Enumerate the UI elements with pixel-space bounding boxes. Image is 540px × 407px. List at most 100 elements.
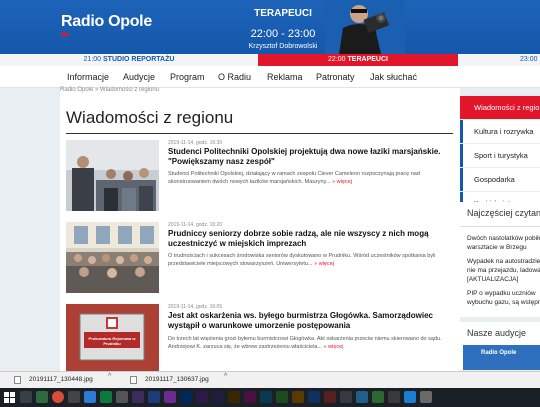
app-icon[interactable] [420, 391, 432, 403]
app-icon[interactable] [196, 391, 208, 403]
article-thumbnail[interactable] [66, 222, 159, 293]
taskbar [0, 388, 540, 407]
article-lead-text: Do trzech lat więzienia grozi byłemu bur… [168, 336, 442, 350]
sidebar-item-sport[interactable]: Sport i turystyka [460, 144, 540, 167]
popular-title: Najczęściej czytane [467, 208, 540, 218]
article-more-link[interactable]: » więcej [324, 344, 344, 350]
sidebar-category-menu: Wiadomości z regionu Kultura i rozrywka … [460, 96, 540, 216]
schedule-time: 21:00 [83, 56, 102, 63]
article-date: 2019-11-14, godz. 16:30 [168, 140, 223, 146]
article-item: Prokuratura Rejonowa w Prudniku 2019-11-… [66, 304, 453, 375]
sidebar-item-gospodarka[interactable]: Gospodarka [460, 168, 540, 191]
file-explorer-icon[interactable] [20, 391, 32, 403]
windows-start-icon[interactable] [4, 392, 15, 403]
app-icon[interactable] [244, 391, 256, 403]
article-headline[interactable]: Prudniccy seniorzy dobrze sobie radzą, a… [168, 229, 448, 248]
article-headline[interactable]: Jest akt oskarżenia ws. byłego burmistrz… [168, 311, 448, 330]
article-lead: Studenci Politechniki Opolskiej, działaj… [168, 170, 450, 186]
breadcrumb: Radio Opole » Wiadomości z regionu [60, 87, 159, 93]
on-air-show: TERAPEUCI [254, 8, 312, 19]
article-headline[interactable]: Studenci Politechniki Opolskiej projektu… [168, 147, 448, 166]
article-date: 2019-11-14, godz. 16:20 [168, 222, 223, 228]
article-lead-text: O trudnościach i sukcesach środowiska se… [168, 253, 436, 267]
audycje-logo: Radio Opole [481, 350, 517, 356]
app-icon[interactable] [100, 391, 112, 403]
popular-item[interactable]: Wypadek na autostradzie [467, 257, 540, 266]
app-icon[interactable] [340, 391, 352, 403]
app-icon[interactable] [148, 391, 160, 403]
schedule-show: TERAPEUCI [347, 56, 388, 63]
article-lead-text: Studenci Politechniki Opolskiej, działaj… [168, 171, 420, 185]
app-icon[interactable] [388, 391, 400, 403]
thumbnail-sign-text: Prokuratura Rejonowa w Prudniku [88, 336, 136, 346]
app-icon[interactable] [308, 391, 320, 403]
article-thumbnail[interactable] [66, 140, 159, 211]
schedule-time: 22:00 [328, 56, 346, 63]
nav-reklama[interactable]: Reklama [267, 66, 303, 88]
sidebar-item-kultura[interactable]: Kultura i rozrywka [460, 120, 540, 143]
title-divider [66, 133, 453, 134]
app-icon[interactable] [84, 391, 96, 403]
sidebar-item-wiadomosci[interactable]: Wiadomości z regionu [460, 96, 540, 119]
on-air-time: 22:00 - 23:00 [250, 28, 316, 40]
download-item[interactable]: 20191117_130637.jpg [116, 372, 209, 388]
chevron-up-icon[interactable]: ^ [108, 373, 111, 380]
popular-item[interactable]: PIP o wypadku uczniów [467, 289, 540, 298]
host-photo [325, 0, 405, 54]
audycje-title: Nasze audycje [467, 328, 527, 338]
chrome-icon[interactable] [52, 391, 64, 403]
app-icon[interactable] [292, 391, 304, 403]
app-icon[interactable] [356, 391, 368, 403]
app-icon[interactable] [372, 391, 384, 403]
popular-box: Najczęściej czytane Dwóch nastolatków po… [460, 202, 540, 317]
popular-item[interactable]: nie ma przejazdu, ladowanie [467, 266, 540, 275]
popular-item[interactable]: wybuchu gazu, są wstępne [467, 298, 540, 307]
nav-patronaty[interactable]: Patronaty [316, 66, 355, 88]
logo-accent [61, 33, 69, 36]
chevron-up-icon[interactable]: ^ [224, 373, 227, 380]
article-item: 2019-11-14, godz. 16:20 Prudniccy senior… [66, 222, 453, 294]
app-icon[interactable] [228, 391, 240, 403]
popular-item[interactable]: warsztacie w Brzegu [467, 243, 540, 252]
app-icon[interactable] [164, 391, 176, 403]
popular-item[interactable]: Dwóch nastolatków pobiło [467, 234, 540, 243]
schedule-item-next[interactable]: 23:00 [458, 54, 540, 66]
app-icon[interactable] [276, 391, 288, 403]
article-more-link[interactable]: » więcej [314, 261, 334, 267]
nav-program[interactable]: Program [170, 66, 205, 88]
article-more-link[interactable]: » więcej [332, 179, 352, 185]
download-item[interactable]: 20191117_130448.jpg [0, 372, 93, 388]
nav-informacje[interactable]: Informacje [67, 66, 109, 88]
app-icon[interactable] [180, 391, 192, 403]
app-icon[interactable] [260, 391, 272, 403]
main-nav: Informacje Audycje Program O Radiu Rekla… [0, 66, 540, 88]
app-icon[interactable] [36, 391, 48, 403]
app-icon[interactable] [116, 391, 128, 403]
popular-divider [460, 226, 540, 227]
app-icon[interactable] [212, 391, 224, 403]
nav-o-radiu[interactable]: O Radiu [218, 66, 251, 88]
app-icon[interactable] [132, 391, 144, 403]
breadcrumb-current: Wiadomości z regionu [100, 87, 160, 93]
nav-audycje[interactable]: Audycje [123, 66, 155, 88]
article-lead: O trudnościach i sukcesach środowiska se… [168, 252, 450, 268]
site-logo[interactable]: Radio Opole [61, 13, 152, 31]
article-item: 2019-11-14, godz. 16:30 Studenci Politec… [66, 140, 453, 212]
audycje-thumbnail[interactable]: Radio Opole [463, 345, 540, 370]
app-icon[interactable] [324, 391, 336, 403]
downloads-bar: 20191117_130448.jpg ^ 20191117_130637.jp… [0, 371, 540, 388]
app-icon[interactable] [68, 391, 80, 403]
schedule-item-current[interactable]: 22:00 TERAPEUCI [258, 54, 458, 66]
nav-jak-sluchac[interactable]: Jak słuchać [370, 66, 417, 88]
popular-item[interactable]: [AKTUALIZACJA] [467, 275, 540, 284]
schedule-time: 23:00 [520, 56, 538, 63]
schedule-item-prev[interactable]: 21:00 STUDIO REPORTAŻU [0, 54, 258, 66]
audycje-box: Nasze audycje Radio Opole [460, 322, 540, 370]
site-header: Radio Opole TERAPEUCI 22:00 - 23:00 Krzy… [0, 0, 540, 54]
article-lead: Do trzech lat więzienia grozi byłemu bur… [168, 335, 450, 351]
schedule-show: STUDIO REPORTAŻU [103, 56, 175, 63]
app-icon[interactable] [404, 391, 416, 403]
on-air-panel[interactable]: TERAPEUCI 22:00 - 23:00 Krzysztof Dobrow… [233, 8, 333, 50]
article-date: 2019-11-14, godz. 16:05 [168, 304, 223, 310]
breadcrumb-home[interactable]: Radio Opole [60, 87, 93, 93]
